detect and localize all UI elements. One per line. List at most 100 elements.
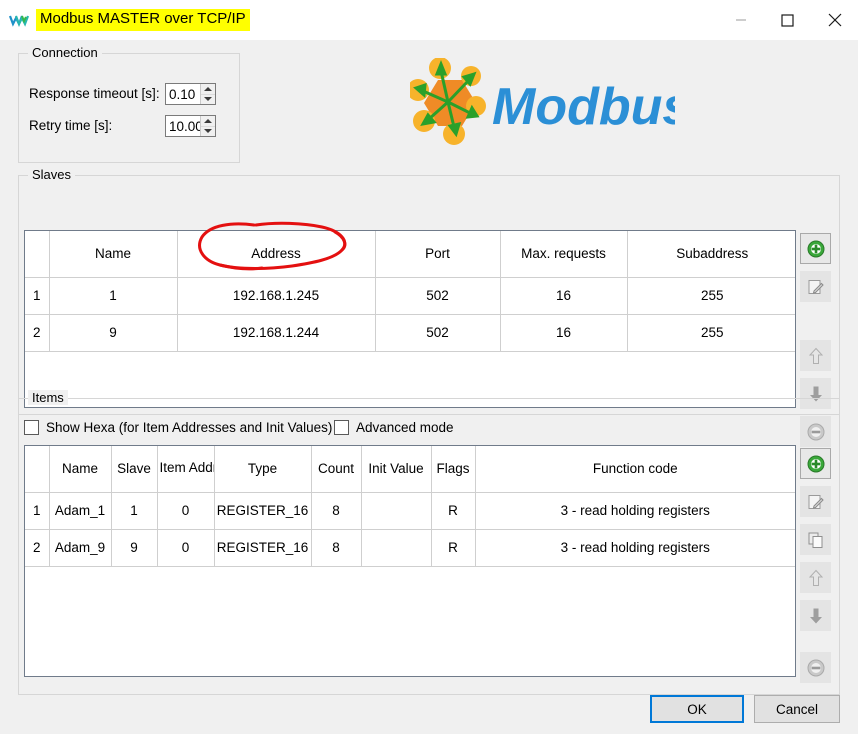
- response-timeout-input[interactable]: [166, 84, 200, 104]
- response-timeout-label: Response timeout [s]:: [29, 86, 160, 101]
- items-cell-count[interactable]: 8: [311, 529, 362, 567]
- items-col-init-value[interactable]: Init Value: [361, 446, 432, 493]
- items-row-index: 1: [25, 492, 50, 530]
- advanced-mode-checkbox[interactable]: [334, 420, 349, 435]
- app-logo-icon: [8, 9, 30, 31]
- slaves-empty-rowhdr: [25, 351, 50, 352]
- window-titlebar: Modbus MASTER over TCP/IP: [0, 0, 858, 40]
- retry-time-increment-button[interactable]: [201, 116, 215, 126]
- slaves-row-index: 2: [25, 314, 50, 352]
- items-cell-count[interactable]: 8: [311, 492, 362, 530]
- slaves-cell-max-requests[interactable]: 16: [500, 314, 628, 352]
- slaves-cell-port[interactable]: 502: [375, 277, 501, 315]
- table-row[interactable]: 1 1 192.168.1.245 502 16 255: [25, 277, 795, 315]
- slaves-cell-port[interactable]: 502: [375, 314, 501, 352]
- add-slave-button[interactable]: [800, 233, 831, 264]
- cancel-button[interactable]: Cancel: [754, 695, 840, 723]
- show-hexa-checkbox-row[interactable]: Show Hexa (for Item Addresses and Init V…: [24, 420, 332, 435]
- items-cell-type[interactable]: REGISTER_16: [214, 492, 312, 530]
- slaves-legend: Slaves: [28, 167, 76, 182]
- slaves-col-max-requests[interactable]: Max. requests: [500, 231, 628, 278]
- copy-item-button[interactable]: [800, 524, 831, 555]
- arrow-up-icon: [808, 347, 823, 364]
- items-row-index: 2: [25, 529, 50, 567]
- ok-button[interactable]: OK: [650, 695, 744, 723]
- maximize-button[interactable]: [764, 0, 811, 40]
- slaves-cell-name[interactable]: 1: [49, 277, 178, 315]
- minimize-button[interactable]: [717, 0, 764, 40]
- connection-legend: Connection: [28, 45, 102, 60]
- slaves-col-port[interactable]: Port: [375, 231, 501, 278]
- response-timeout-spin-buttons[interactable]: [200, 84, 215, 104]
- slaves-cell-address[interactable]: 192.168.1.244: [177, 314, 376, 352]
- items-table-header-row: Name Slave Item Address Type Count Init …: [25, 446, 795, 493]
- move-item-up-button[interactable]: [800, 562, 831, 593]
- items-cell-slave[interactable]: 1: [111, 492, 158, 530]
- items-col-rownum: [25, 446, 50, 493]
- items-cell-name[interactable]: Adam_1: [49, 492, 112, 530]
- response-timeout-increment-button[interactable]: [201, 84, 215, 94]
- slaves-col-name[interactable]: Name: [49, 231, 178, 278]
- items-cell-type[interactable]: REGISTER_16: [214, 529, 312, 567]
- items-cell-flags[interactable]: R: [431, 529, 476, 567]
- items-cell-init-value[interactable]: [361, 492, 432, 530]
- table-row[interactable]: 2 9 192.168.1.244 502 16 255: [25, 314, 795, 352]
- slaves-table[interactable]: Name Address Port Max. requests Subaddre…: [24, 230, 796, 408]
- move-slave-up-button-vis[interactable]: [800, 340, 831, 371]
- slaves-cell-max-requests[interactable]: 16: [500, 277, 628, 315]
- advanced-mode-checkbox-row[interactable]: Advanced mode: [334, 420, 454, 435]
- show-hexa-label: Show Hexa (for Item Addresses and Init V…: [46, 420, 333, 435]
- items-table[interactable]: Name Slave Item Address Type Count Init …: [24, 445, 796, 677]
- items-cell-item-address[interactable]: 0: [157, 529, 215, 567]
- items-cell-slave[interactable]: 9: [111, 529, 158, 567]
- response-timeout-decrement-button[interactable]: [201, 93, 215, 105]
- window-controls: [717, 0, 858, 40]
- edit-slave-button[interactable]: [800, 271, 831, 302]
- move-item-down-button[interactable]: [800, 600, 831, 631]
- slaves-cell-name[interactable]: 9: [49, 314, 178, 352]
- items-empty-cell[interactable]: [49, 566, 795, 567]
- window-title: Modbus MASTER over TCP/IP: [36, 9, 250, 31]
- items-cell-name[interactable]: Adam_9: [49, 529, 112, 567]
- items-col-name[interactable]: Name: [49, 446, 112, 493]
- items-col-count[interactable]: Count: [311, 446, 362, 493]
- items-cell-item-address[interactable]: 0: [157, 492, 215, 530]
- triangle-up-icon: [204, 86, 212, 91]
- slaves-empty-cell[interactable]: [49, 351, 795, 352]
- items-col-item-address[interactable]: Item Address: [157, 446, 215, 493]
- retry-time-input[interactable]: [166, 116, 200, 136]
- edit-icon: [808, 494, 824, 509]
- retry-time-spin-buttons[interactable]: [200, 116, 215, 136]
- response-timeout-spinner[interactable]: [165, 83, 216, 105]
- slaves-cell-address[interactable]: 192.168.1.245: [177, 277, 376, 315]
- slaves-row-index: 1: [25, 277, 50, 315]
- triangle-down-icon: [204, 129, 212, 134]
- table-row[interactable]: 2 Adam_9 9 0 REGISTER_16 8 R 3 - read ho…: [25, 529, 795, 567]
- close-button[interactable]: [811, 0, 858, 40]
- plus-circle-icon: [807, 455, 824, 472]
- items-cell-flags[interactable]: R: [431, 492, 476, 530]
- retry-time-spinner[interactable]: [165, 115, 216, 137]
- slaves-table-header-row: Name Address Port Max. requests Subaddre…: [25, 231, 795, 278]
- items-col-slave[interactable]: Slave: [111, 446, 158, 493]
- slaves-table-empty-area[interactable]: [25, 351, 795, 352]
- retry-time-label: Retry time [s]:: [29, 118, 113, 133]
- slaves-col-address[interactable]: Address: [177, 231, 376, 278]
- items-cell-function-code[interactable]: 3 - read holding registers: [475, 529, 795, 567]
- items-col-flags[interactable]: Flags: [431, 446, 476, 493]
- items-cell-init-value[interactable]: [361, 529, 432, 567]
- show-hexa-checkbox[interactable]: [24, 420, 39, 435]
- retry-time-decrement-button[interactable]: [201, 125, 215, 137]
- items-col-function-code[interactable]: Function code: [475, 446, 795, 493]
- remove-item-button[interactable]: [800, 652, 831, 683]
- edit-item-button[interactable]: [800, 486, 831, 517]
- items-col-type[interactable]: Type: [214, 446, 312, 493]
- add-item-button[interactable]: [800, 448, 831, 479]
- items-table-empty-area[interactable]: [25, 566, 795, 567]
- table-row[interactable]: 1 Adam_1 1 0 REGISTER_16 8 R 3 - read ho…: [25, 492, 795, 530]
- slaves-cell-subaddress[interactable]: 255: [627, 277, 795, 315]
- slaves-col-subaddress[interactable]: Subaddress: [627, 231, 795, 278]
- items-cell-function-code[interactable]: 3 - read holding registers: [475, 492, 795, 530]
- slaves-cell-subaddress[interactable]: 255: [627, 314, 795, 352]
- copy-icon: [808, 532, 822, 548]
